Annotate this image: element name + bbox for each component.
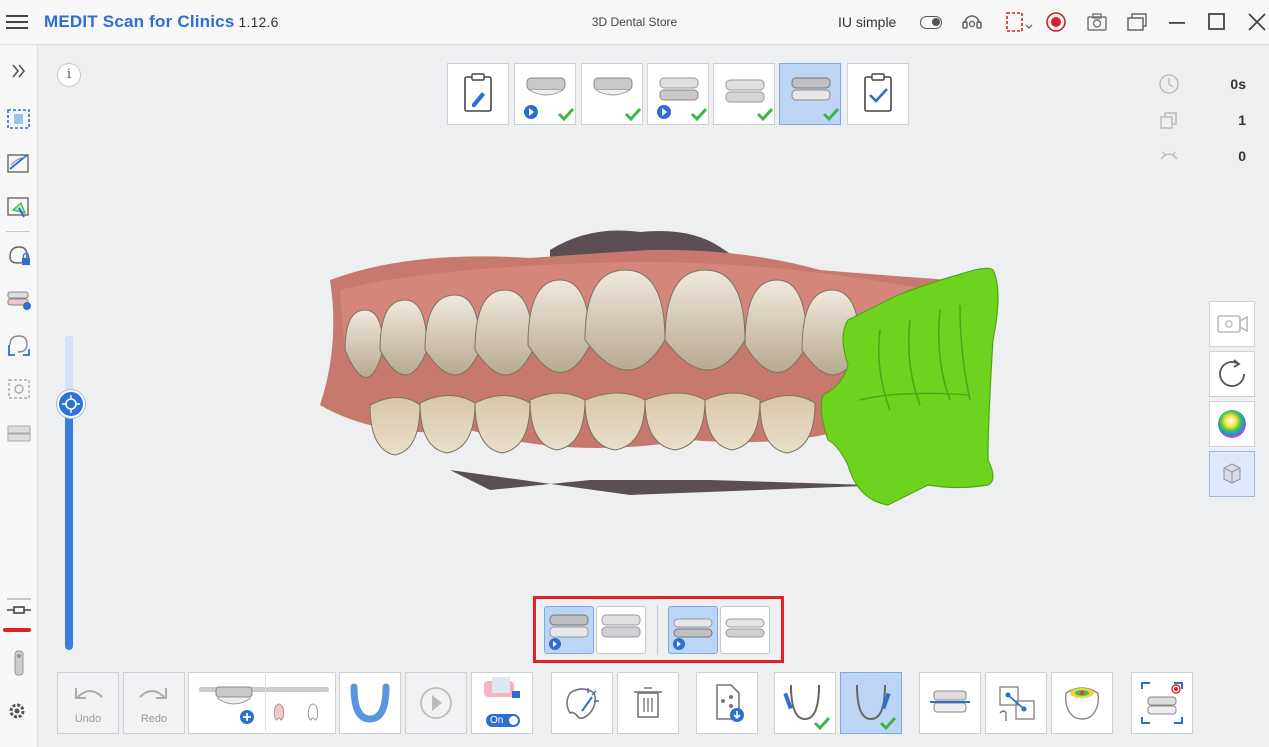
lasso-select-icon[interactable] [5, 193, 33, 221]
step-patient-info[interactable] [447, 63, 509, 125]
add-arch-group [188, 672, 336, 734]
scan-count-icon [1158, 145, 1180, 167]
step-occlusion-scan[interactable] [647, 63, 709, 125]
scanner-device-icon[interactable] [5, 649, 33, 677]
delete-button[interactable] [617, 672, 679, 734]
video-record-button[interactable] [1209, 301, 1255, 347]
title-bar: MEDIT Scan for Clinics 1.12.6 3D Dental S… [0, 0, 1269, 45]
window-layout-icon[interactable] [1126, 11, 1148, 33]
protect-toggle-switch[interactable]: On [486, 714, 520, 727]
maximize-icon[interactable] [1206, 11, 1228, 33]
shot-count-value: 1 [1238, 112, 1246, 128]
sidebar-divider [6, 231, 30, 232]
shots-icon [1158, 109, 1180, 131]
camera-icon[interactable] [1086, 11, 1108, 33]
undo-button[interactable]: Undo [57, 672, 119, 734]
iu-simple-toggle[interactable] [920, 16, 942, 29]
expand-sidebar-icon[interactable] [5, 57, 33, 85]
close-icon[interactable] [1246, 11, 1268, 33]
protect-toggle-button[interactable]: On [471, 672, 533, 734]
step-occlusion-current[interactable] [779, 63, 841, 125]
lock-area-icon[interactable] [5, 241, 33, 269]
info-button[interactable]: i [57, 63, 81, 87]
scan-time-value: 0s [1230, 76, 1246, 92]
dental-3d-model[interactable] [300, 220, 1000, 520]
color-map-button[interactable] [1209, 401, 1255, 447]
smart-clean-button[interactable] [551, 672, 613, 734]
scanner-connection-icon[interactable] [5, 595, 33, 623]
left-sidebar [0, 45, 38, 747]
clock-icon [1158, 73, 1180, 95]
selection-area-icon[interactable] [5, 105, 33, 133]
settings-gear-icon[interactable] [5, 697, 33, 725]
tooth-library-icon[interactable] [5, 419, 33, 447]
toggle-on-label: On [490, 715, 504, 726]
manual-align-button[interactable] [985, 672, 1047, 734]
capture-view-button[interactable] [1131, 672, 1193, 734]
trim-tool-icon[interactable] [5, 149, 33, 177]
occlusion-1-lower-button[interactable] [596, 606, 646, 654]
scan-depth-slider[interactable] [65, 336, 73, 650]
align-maxilla-button[interactable] [774, 672, 836, 734]
step-occlusion-alt[interactable] [713, 63, 775, 125]
texture-toggle-button[interactable] [1209, 451, 1255, 497]
support-headset-icon[interactable] [961, 11, 983, 33]
rotate-view-button[interactable] [1209, 351, 1255, 397]
export-data-button[interactable] [696, 672, 758, 734]
occlusal-plane-button[interactable] [919, 672, 981, 734]
undo-label: Undo [74, 713, 102, 725]
snapshot-area-icon[interactable] [5, 375, 33, 403]
connection-status-bar [3, 628, 31, 632]
redo-label: Redo [140, 713, 168, 725]
occlusion-stage-selector [533, 596, 784, 663]
fill-hole-icon[interactable] [5, 331, 33, 359]
occlusion-2-lower-button[interactable] [720, 606, 770, 654]
scan-count-value: 0 [1238, 148, 1246, 164]
window-title: 3D Dental Store [591, 15, 678, 29]
arch-filter-icon[interactable] [5, 285, 33, 313]
play-button[interactable] [405, 672, 467, 734]
align-mandible-button[interactable] [840, 672, 902, 734]
step-complete[interactable] [847, 63, 909, 125]
stage-divider [657, 605, 658, 655]
aligner-button[interactable] [339, 672, 401, 734]
mode-label: IU simple [838, 14, 897, 30]
occlusion-analysis-button[interactable] [1051, 672, 1113, 734]
slider-handle[interactable] [57, 390, 85, 418]
record-icon[interactable] [1045, 11, 1067, 33]
redo-button[interactable]: Redo [123, 672, 185, 734]
step-maxilla-scan[interactable] [514, 63, 576, 125]
step-mandible-scan[interactable] [581, 63, 643, 125]
minimize-icon[interactable] [1166, 11, 1188, 33]
occlusion-2-upper-button[interactable] [668, 606, 718, 654]
occlusion-1-upper-button[interactable] [544, 606, 594, 654]
screen-capture-icon[interactable] [1005, 11, 1033, 33]
